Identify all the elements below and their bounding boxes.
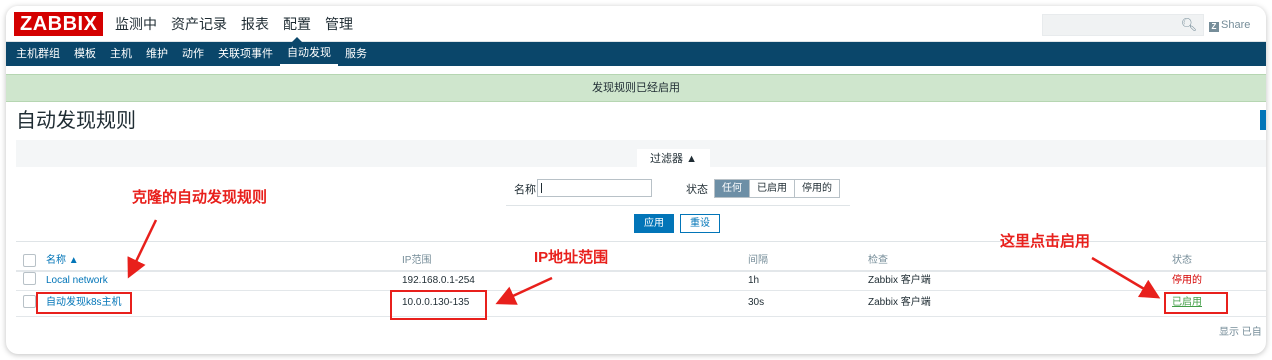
status-option-any[interactable]: 任何: [715, 180, 749, 197]
highlight-box-status: [1164, 292, 1228, 314]
sub-menu-templates[interactable]: 模板: [67, 42, 103, 66]
filter-name-input[interactable]: [537, 179, 652, 197]
column-ip-range: IP范围: [402, 255, 432, 266]
annotation-cloned-rule: 克隆的自动发现规则: [132, 189, 268, 206]
main-menu-administration[interactable]: 管理: [318, 6, 360, 42]
sub-menu-maintenance[interactable]: 维护: [139, 42, 175, 66]
filter-name-label: 名称: [514, 184, 536, 196]
highlight-box-rule-name: [36, 292, 132, 314]
sub-menu-services[interactable]: 服务: [338, 42, 374, 66]
table-header: [16, 250, 1266, 272]
share-label: Share: [1221, 19, 1251, 31]
rule-status-toggle[interactable]: 停用的: [1172, 274, 1202, 288]
highlight-box-ip-range: [390, 290, 487, 320]
annotation-click-enable: 这里点击启用: [1000, 233, 1091, 250]
rule-checks: Zabbix 客户端: [868, 297, 931, 308]
success-message: 发现规则已经启用: [6, 74, 1266, 102]
create-rule-button[interactable]: [1260, 110, 1266, 130]
status-option-disabled[interactable]: 停用的: [794, 180, 839, 197]
rule-checks: Zabbix 客户端: [868, 275, 931, 286]
main-menu-configuration[interactable]: 配置: [276, 6, 318, 43]
search-icon[interactable]: 🔍︎: [1180, 16, 1198, 34]
row-checkbox[interactable]: [23, 272, 36, 285]
top-bar: ZABBIX 监测中 资产记录 报表 配置 管理 🔍︎ Z Share: [6, 6, 1266, 43]
main-menu-monitoring[interactable]: 监测中: [108, 6, 164, 42]
sub-nav-bar: 主机群组 模板 主机 维护 动作 关联项事件 自动发现 服务: [6, 42, 1266, 66]
rule-ip-range: 192.168.0.1-254: [402, 275, 475, 286]
share-icon: Z: [1209, 22, 1219, 32]
page-title: 自动发现规则: [16, 110, 136, 132]
filter-status-label: 状态: [686, 184, 708, 196]
status-option-enabled[interactable]: 已启用: [749, 180, 794, 197]
main-menu-reports[interactable]: 报表: [234, 6, 276, 42]
column-name[interactable]: 名称 ▲: [46, 254, 79, 268]
sub-menu-event-correlation[interactable]: 关联项事件: [211, 42, 280, 66]
table-footer-count: 显示 已自: [1219, 327, 1262, 338]
zabbix-logo[interactable]: ZABBIX: [14, 12, 104, 36]
sub-menu-discovery[interactable]: 自动发现: [280, 42, 338, 66]
select-all-checkbox[interactable]: [23, 254, 36, 267]
sub-menu-hosts[interactable]: 主机: [103, 42, 139, 66]
reset-button[interactable]: 重设: [680, 214, 720, 233]
filter-status-toggle: 任何 已启用 停用的: [714, 179, 840, 198]
rule-interval: 1h: [748, 275, 760, 286]
share-link[interactable]: Z Share: [1209, 16, 1250, 34]
rule-name-link[interactable]: Local network: [46, 274, 108, 288]
column-checks: 检查: [868, 255, 888, 266]
row-divider: [16, 290, 1266, 291]
column-status: 状态: [1172, 255, 1192, 266]
filter-divider: [506, 205, 850, 206]
annotation-ip-range: IP地址范围: [534, 249, 609, 266]
app-window: ZABBIX 监测中 资产记录 报表 配置 管理 🔍︎ Z Share 主机群组 …: [6, 6, 1266, 354]
row-divider: [16, 316, 1266, 317]
apply-button[interactable]: 应用: [634, 214, 674, 233]
row-checkbox[interactable]: [23, 295, 36, 308]
column-interval: 间隔: [748, 255, 768, 266]
rule-interval: 30s: [748, 297, 765, 308]
main-menu: 监测中 资产记录 报表 配置 管理: [108, 6, 360, 43]
sub-menu: 主机群组 模板 主机 维护 动作 关联项事件 自动发现 服务: [6, 42, 1266, 66]
main-menu-inventory[interactable]: 资产记录: [164, 6, 234, 42]
sub-menu-host-groups[interactable]: 主机群组: [9, 42, 67, 66]
sub-menu-actions[interactable]: 动作: [175, 42, 211, 66]
